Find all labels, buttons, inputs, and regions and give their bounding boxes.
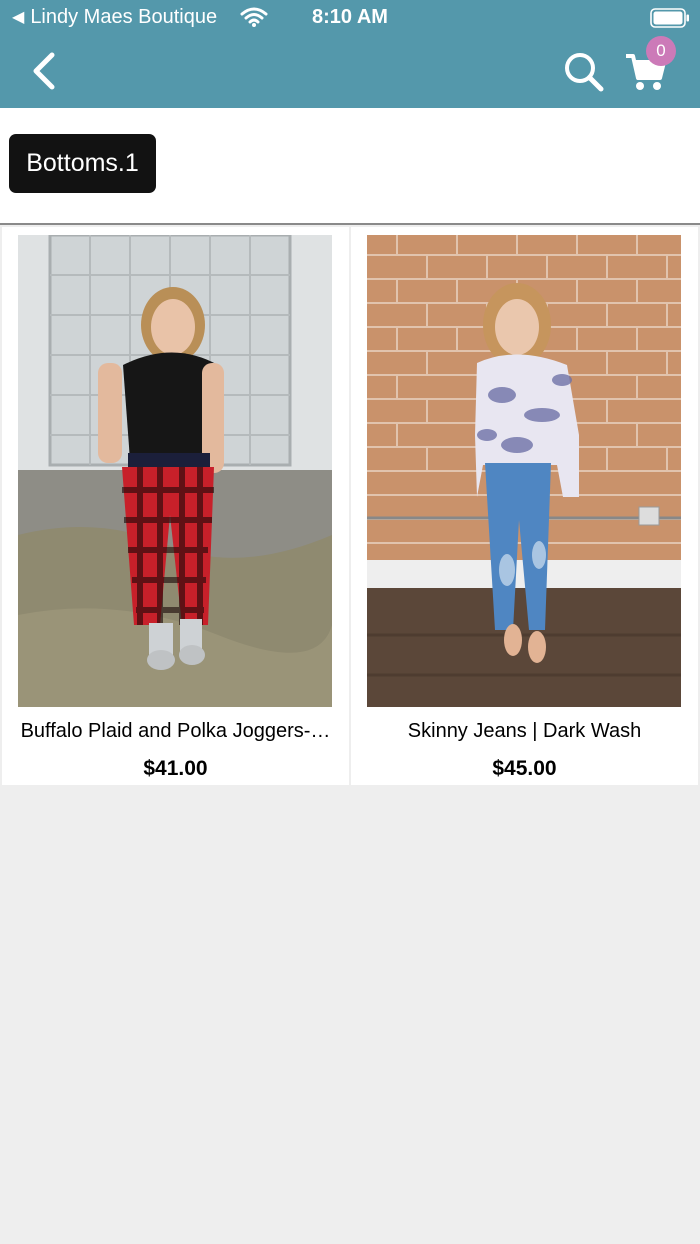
product-price: $45.00 [492,757,557,780]
battery-icon [650,8,689,28]
product-card[interactable]: Skinny Jeans | Dark Wash $45.00 [351,227,698,785]
product-name[interactable]: Buffalo Plaid and Polka Joggers-… [10,717,341,745]
app-header: ◀ Lindy Maes Boutique 8:10 AM [0,0,700,108]
category-chip[interactable]: Bottoms.1 [9,134,156,193]
product-image[interactable] [18,235,332,707]
status-bar: ◀ Lindy Maes Boutique 8:10 AM [0,0,700,36]
product-card[interactable]: Buffalo Plaid and Polka Joggers-… $41.00 [2,227,349,785]
product-name[interactable]: Skinny Jeans | Dark Wash [359,717,690,745]
product-image[interactable] [367,235,681,707]
nav-row [0,36,700,108]
product-price: $41.00 [143,757,208,780]
category-bar: Bottoms.1 [0,108,700,225]
cart-count-badge[interactable]: 0 [646,36,676,66]
status-time: 8:10 AM [312,6,388,28]
chevron-left-icon[interactable] [26,50,66,92]
search-icon[interactable] [562,50,606,94]
